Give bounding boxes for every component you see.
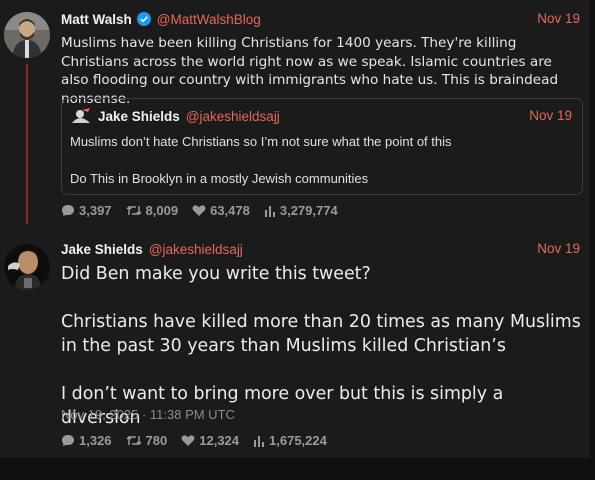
tweet-date[interactable]: Nov 19 [537,11,580,26]
author-name[interactable]: Matt Walsh [61,12,132,27]
tweet-paragraph-2: Christians have killed more than 20 time… [61,312,581,356]
like-count: 63,478 [210,203,250,218]
reply-icon [62,205,74,217]
views-count: 1,675,224 [269,433,327,448]
retweet-stat[interactable]: 780 [126,433,168,448]
heart-icon [181,435,195,446]
reply-icon [62,435,74,447]
author-name[interactable]: Jake Shields [61,242,143,257]
tweet-paragraph-1: Did Ben make you write this tweet? [61,264,371,284]
quoted-tweet[interactable]: Jake Shields @jakeshieldsajj Nov 19 Musl… [61,98,583,195]
retweet-icon [126,205,142,216]
tweet-paragraph-3: I don’t want to bring more over but this… [61,384,504,428]
quote-avatar [70,107,92,125]
retweet-count: 8,009 [145,203,179,218]
reply-count: 3,397 [79,203,112,218]
tweet-stats: 1,326 780 12,324 1,675,224 [61,433,341,448]
tweet-text: Did Ben make you write this tweet? Chris… [61,262,586,430]
reply-stat[interactable]: 1,326 [61,433,112,448]
retweet-count: 780 [145,433,168,448]
tweet-timestamp[interactable]: Nov 19, 2025 · 11:38 PM UTC [61,407,235,422]
views-count: 3,279,774 [279,203,338,218]
author-handle[interactable]: @MattWalshBlog [157,12,261,27]
quote-author-name[interactable]: Jake Shields [98,109,180,124]
views-chart-icon [264,205,275,217]
tweet-date[interactable]: Nov 19 [537,241,580,256]
avatar[interactable] [4,12,50,58]
quote-header: Jake Shields @jakeshieldsajj [70,107,280,125]
heart-icon [192,205,206,216]
like-count: 12,324 [199,433,240,448]
author-handle[interactable]: @jakeshieldsajj [149,242,243,257]
tweet-stats: 3,397 8,009 63,478 3,279,774 [61,203,352,218]
views-stat[interactable]: 3,279,774 [264,203,338,218]
timeline-card: Matt Walsh @MattWalshBlog Nov 19 Muslims… [0,0,590,458]
like-stat[interactable]: 12,324 [181,433,239,448]
verified-badge-icon [136,12,151,26]
views-stat[interactable]: 1,675,224 [253,433,327,448]
quote-author-handle[interactable]: @jakeshieldsajj [186,109,280,124]
reply-stat[interactable]: 3,397 [61,203,112,218]
quote-text-line-2: Do This in Brooklyn in a mostly Jewish c… [70,171,369,186]
quote-date[interactable]: Nov 19 [529,108,572,123]
quote-text-line-1: Muslims don’t hate Christians so I’m not… [70,134,452,149]
retweet-stat[interactable]: 8,009 [126,203,179,218]
tweet-header: Jake Shields @jakeshieldsajj [61,239,243,259]
like-stat[interactable]: 63,478 [192,203,250,218]
views-chart-icon [254,435,265,447]
avatar[interactable] [4,244,50,290]
tweet-header: Matt Walsh @MattWalshBlog [61,9,261,29]
retweet-icon [126,435,142,446]
reply-count: 1,326 [79,433,112,448]
thread-line [26,64,28,224]
tweet-text: Muslims have been killing Christians for… [61,35,559,107]
tweet-matt-walsh[interactable]: Matt Walsh @MattWalshBlog Nov 19 Muslims… [0,0,590,232]
